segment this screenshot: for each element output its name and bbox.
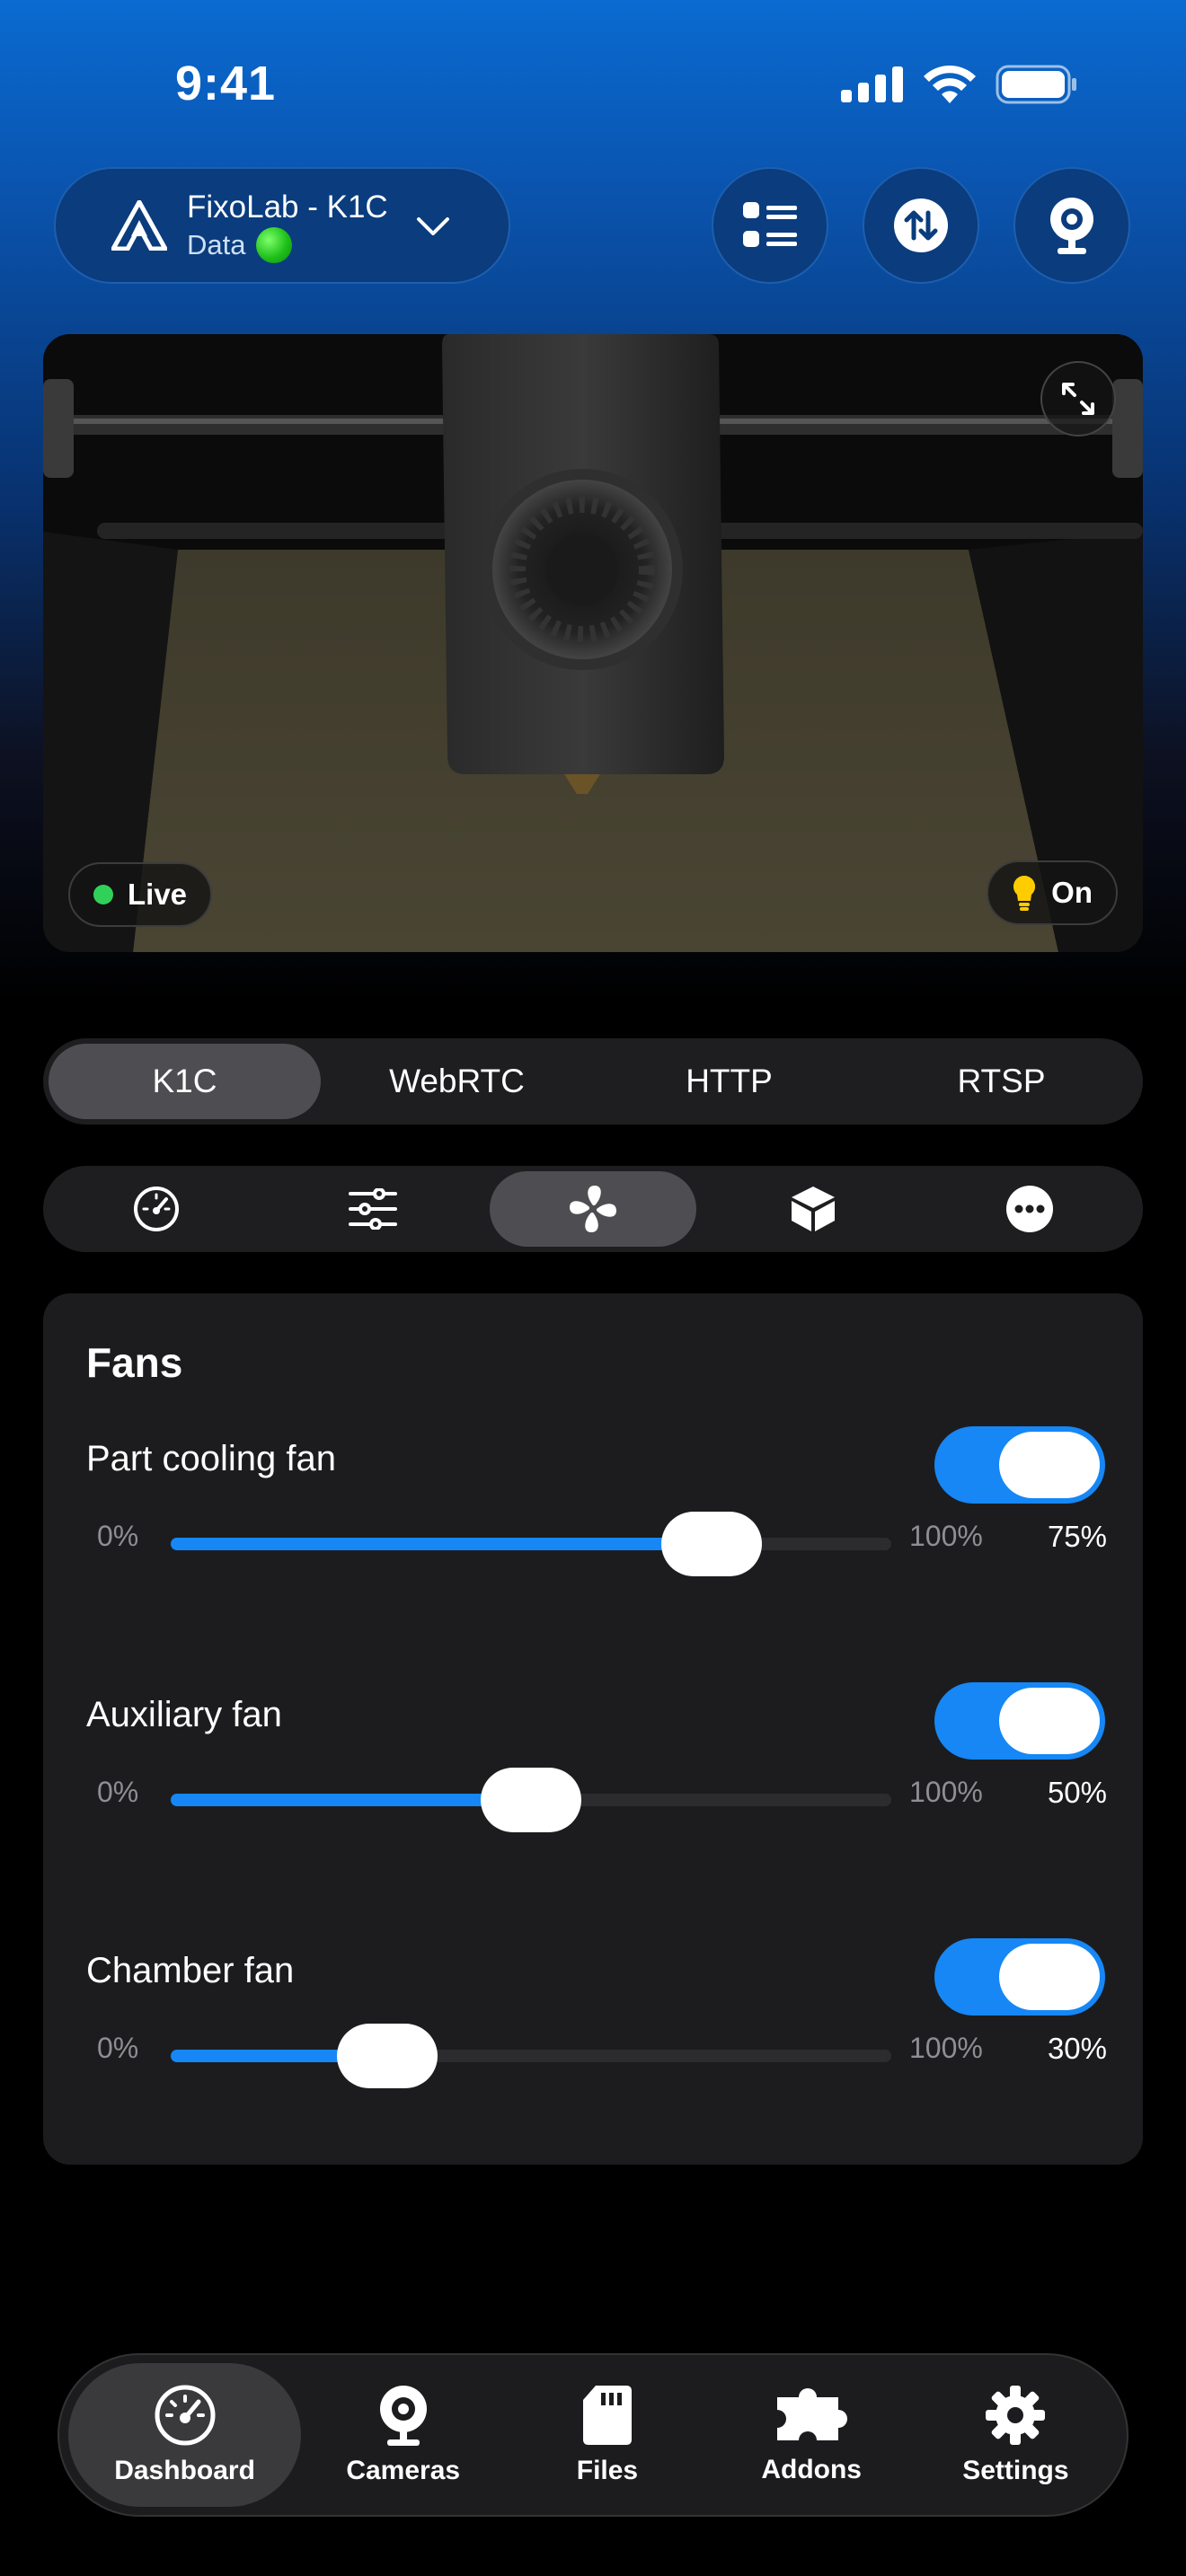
live-label: Live bbox=[128, 878, 188, 911]
fan-speed-slider[interactable] bbox=[171, 2024, 891, 2088]
wifi-icon bbox=[924, 66, 976, 103]
lightbulb-icon bbox=[1013, 875, 1036, 911]
slider-fill bbox=[171, 1538, 712, 1550]
tab-rtsp[interactable]: RTSP bbox=[865, 1044, 1137, 1119]
nav-label: Dashboard bbox=[114, 2456, 255, 2485]
nav-label: Addons bbox=[761, 2455, 862, 2484]
expand-icon bbox=[1062, 383, 1094, 415]
list-icon bbox=[743, 202, 797, 247]
slider-max-label: 100% bbox=[909, 1776, 983, 1808]
puzzle-icon bbox=[777, 2388, 848, 2440]
sd-card-icon bbox=[582, 2386, 632, 2445]
status-time: 9:41 bbox=[175, 57, 277, 110]
tab-more[interactable] bbox=[922, 1171, 1138, 1247]
fan-speed-value: 30% bbox=[1047, 2032, 1107, 2065]
gear-icon bbox=[986, 2386, 1046, 2445]
fullscreen-button[interactable] bbox=[1040, 361, 1116, 437]
connection-status-dot bbox=[256, 227, 293, 263]
fan-speed-value: 50% bbox=[1047, 1776, 1107, 1809]
light-toggle-button[interactable]: On bbox=[987, 860, 1118, 925]
nav-files[interactable]: Files bbox=[505, 2363, 709, 2507]
fan-row-part-cooling: Part cooling fan 0% 100% 75% bbox=[43, 1426, 1143, 1656]
slider-thumb[interactable] bbox=[660, 1512, 762, 1576]
cellular-signal-icon bbox=[841, 66, 903, 102]
fan-label: Part cooling fan bbox=[86, 1439, 336, 1478]
sliders-icon bbox=[348, 1188, 397, 1230]
webcam-button[interactable] bbox=[1013, 167, 1130, 284]
camera-icon bbox=[379, 2386, 427, 2446]
tab-fans[interactable] bbox=[490, 1171, 696, 1247]
slider-max-label: 100% bbox=[909, 1520, 983, 1552]
nav-dashboard[interactable]: Dashboard bbox=[68, 2363, 302, 2507]
fan-toggle[interactable] bbox=[934, 1682, 1105, 1760]
dashboard-icon bbox=[155, 2385, 216, 2446]
transfer-icon bbox=[894, 198, 948, 252]
printer-selector[interactable]: FixoLab - K1C Data bbox=[54, 167, 510, 284]
printer-camera-image bbox=[43, 334, 1143, 952]
fan-label: Chamber fan bbox=[86, 1951, 295, 1990]
stream-source-tabs: K1C WebRTC HTTP RTSP bbox=[43, 1038, 1143, 1125]
light-label: On bbox=[1051, 876, 1093, 909]
tab-k1c[interactable]: K1C bbox=[49, 1044, 321, 1119]
fans-title: Fans bbox=[86, 1339, 183, 1386]
printer-list-button[interactable] bbox=[712, 167, 828, 284]
fans-card: Fans Part cooling fan 0% 100% 75% Auxili… bbox=[43, 1293, 1143, 2165]
status-icons bbox=[841, 65, 1078, 104]
slider-thumb[interactable] bbox=[481, 1768, 581, 1832]
tab-http[interactable]: HTTP bbox=[593, 1044, 865, 1119]
box-icon bbox=[792, 1187, 836, 1231]
slider-min-label: 0% bbox=[97, 1776, 139, 1808]
slider-max-label: 100% bbox=[909, 2032, 983, 2064]
fan-row-auxiliary: Auxiliary fan 0% 100% 50% bbox=[43, 1682, 1143, 1912]
slider-thumb[interactable] bbox=[336, 2024, 438, 2088]
fan-speed-slider[interactable] bbox=[171, 1512, 891, 1576]
slider-fill bbox=[171, 1794, 531, 1806]
creality-logo-icon bbox=[111, 200, 167, 251]
slider-min-label: 0% bbox=[97, 2032, 139, 2064]
tab-status[interactable] bbox=[49, 1171, 265, 1247]
fan-speed-slider[interactable] bbox=[171, 1768, 891, 1832]
fan-toggle[interactable] bbox=[934, 1938, 1105, 2016]
fan-toggle[interactable] bbox=[934, 1426, 1105, 1504]
live-dot bbox=[93, 885, 113, 904]
camera-view[interactable]: Live On bbox=[43, 334, 1143, 952]
nav-label: Cameras bbox=[346, 2456, 461, 2485]
webcam-icon bbox=[1050, 198, 1093, 254]
bottom-tab-bar: Dashboard Cameras Files Addons Settings bbox=[58, 2353, 1128, 2517]
printer-name: FixoLab - K1C bbox=[187, 190, 388, 225]
chevron-down-icon bbox=[417, 217, 449, 235]
tab-filament[interactable] bbox=[705, 1171, 922, 1247]
nav-settings[interactable]: Settings bbox=[914, 2363, 1118, 2507]
fan-label: Auxiliary fan bbox=[86, 1695, 282, 1734]
transfer-button[interactable] bbox=[863, 167, 979, 284]
nav-label: Files bbox=[576, 2456, 639, 2485]
fan-speed-value: 75% bbox=[1047, 1520, 1107, 1553]
live-badge: Live bbox=[68, 862, 213, 927]
nav-cameras[interactable]: Cameras bbox=[301, 2363, 505, 2507]
toggle-knob bbox=[999, 1432, 1100, 1498]
toggle-knob bbox=[999, 1688, 1100, 1754]
nav-label: Settings bbox=[962, 2456, 1069, 2485]
section-tabs bbox=[43, 1166, 1143, 1252]
fan-icon bbox=[570, 1186, 616, 1232]
tab-webrtc[interactable]: WebRTC bbox=[321, 1044, 593, 1119]
slider-min-label: 0% bbox=[97, 1520, 139, 1552]
more-icon bbox=[1005, 1186, 1053, 1232]
toggle-knob bbox=[999, 1944, 1100, 2010]
fan-row-chamber: Chamber fan 0% 100% 30% bbox=[43, 1938, 1143, 2168]
tab-controls[interactable] bbox=[265, 1171, 482, 1247]
nav-addons[interactable]: Addons bbox=[710, 2363, 914, 2507]
printer-connection-label: Data bbox=[187, 229, 246, 260]
gauge-icon bbox=[134, 1187, 180, 1231]
battery-icon bbox=[996, 65, 1076, 104]
